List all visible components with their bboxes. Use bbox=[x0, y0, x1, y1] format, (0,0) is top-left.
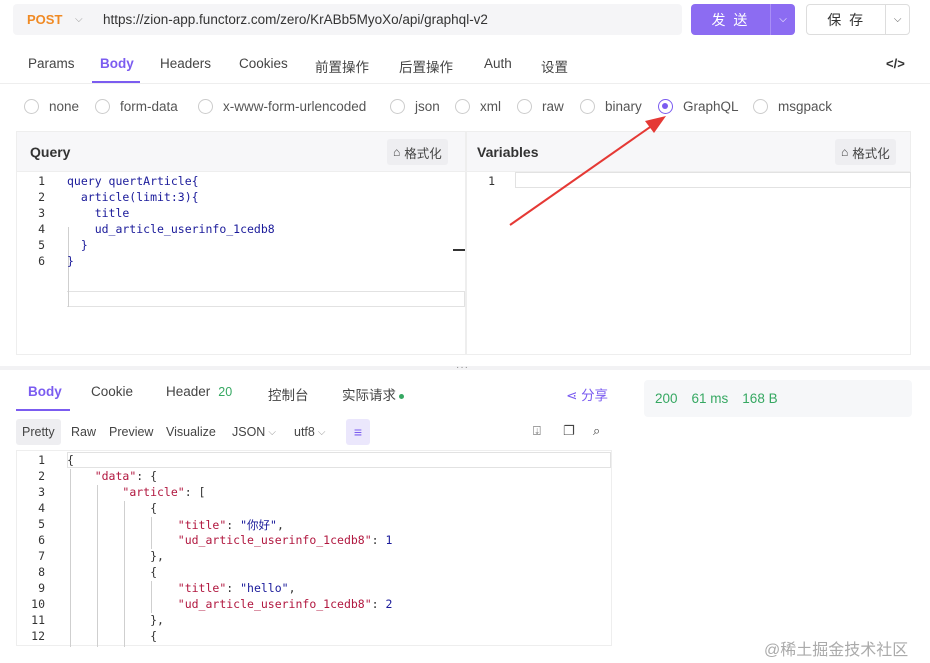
code-line: "article": [ bbox=[122, 485, 206, 499]
line-number: 9 bbox=[38, 581, 45, 595]
response-tab-body[interactable]: Body bbox=[28, 384, 62, 399]
response-tab-console[interactable]: 控制台 bbox=[268, 384, 309, 404]
code-line: { bbox=[67, 453, 74, 467]
line-number: 8 bbox=[38, 565, 45, 579]
response-time: 61 ms bbox=[691, 391, 729, 406]
share-icon: ⋖ bbox=[566, 388, 582, 403]
view-preview[interactable]: Preview bbox=[109, 419, 153, 445]
encoding-select-value: utf8 bbox=[294, 425, 315, 439]
response-tab-actual-request[interactable]: 实际请求 bbox=[342, 384, 404, 404]
code-line: "title": "你好", bbox=[177, 518, 284, 532]
share-button[interactable]: ⋖ 分享 bbox=[566, 384, 608, 404]
format-select-value: JSON bbox=[232, 425, 266, 439]
code-line: { bbox=[67, 501, 158, 515]
status-dot bbox=[399, 393, 404, 399]
active-tab-indicator bbox=[16, 409, 70, 411]
code-line: "ud_article_userinfo_1cedb8": 2 bbox=[177, 597, 393, 611]
format-select[interactable]: JSON ⌵ bbox=[232, 419, 276, 445]
chevron-down-icon: ⌵ bbox=[268, 426, 276, 438]
current-line-highlight bbox=[67, 452, 611, 468]
code-line: }, bbox=[67, 613, 164, 627]
code-line: { bbox=[67, 629, 158, 643]
search-icon[interactable]: ⌕ bbox=[593, 423, 600, 439]
status-code: 200 bbox=[655, 391, 678, 406]
response-tab-cookie[interactable]: Cookie bbox=[91, 384, 133, 399]
copy-icon[interactable]: ❐ bbox=[563, 423, 575, 439]
response-toolbar: Pretty Raw Preview Visualize JSON ⌵ utf8 ⌵… bbox=[16, 419, 612, 445]
line-number: 10 bbox=[31, 597, 45, 611]
share-label: 分享 bbox=[581, 388, 609, 403]
line-number: 6 bbox=[38, 533, 45, 547]
download-icon[interactable]: ⍗ bbox=[533, 423, 541, 439]
watermark: @稀土掘金技术社区 bbox=[764, 642, 909, 659]
line-number: 7 bbox=[38, 549, 45, 563]
line-number: 3 bbox=[38, 485, 45, 499]
response-editor[interactable]: 1 {2 "data": { 3 "article": [ 4 {5 "title":… bbox=[16, 450, 612, 647]
line-number: 1 bbox=[38, 453, 45, 467]
view-pretty[interactable]: Pretty bbox=[16, 419, 61, 445]
arrow-head bbox=[645, 116, 666, 133]
drag-handle-icon[interactable]: ··· bbox=[456, 362, 469, 373]
code-line: "data": { bbox=[94, 469, 158, 483]
status-panel: 200 61 ms 168 B bbox=[644, 380, 912, 417]
code-line: "title": "hello", bbox=[177, 581, 296, 595]
code-line: { bbox=[67, 565, 158, 579]
response-tab-header[interactable]: Header 20 bbox=[166, 384, 232, 399]
line-number: 12 bbox=[31, 629, 45, 643]
response-tab-actual-request-label: 实际请求 bbox=[342, 388, 396, 403]
response-size: 168 B bbox=[742, 391, 778, 406]
code-line: }, bbox=[67, 549, 164, 563]
code-line: "ud_article_userinfo_1cedb8": 1 bbox=[177, 533, 393, 547]
line-number: 5 bbox=[38, 517, 45, 531]
line-number: 2 bbox=[38, 469, 45, 483]
line-number: 11 bbox=[31, 613, 45, 627]
view-raw[interactable]: Raw bbox=[71, 419, 96, 445]
response-tab-header-label: Header bbox=[166, 384, 211, 399]
chevron-down-icon: ⌵ bbox=[317, 426, 326, 438]
header-count-badge: 20 bbox=[218, 385, 233, 399]
wrap-lines-icon[interactable]: ≡ bbox=[346, 419, 370, 445]
encoding-select[interactable]: utf8 ⌵ bbox=[294, 419, 325, 445]
line-number: 4 bbox=[38, 501, 45, 515]
view-visualize[interactable]: Visualize bbox=[166, 419, 216, 445]
arrow-line bbox=[509, 124, 654, 226]
